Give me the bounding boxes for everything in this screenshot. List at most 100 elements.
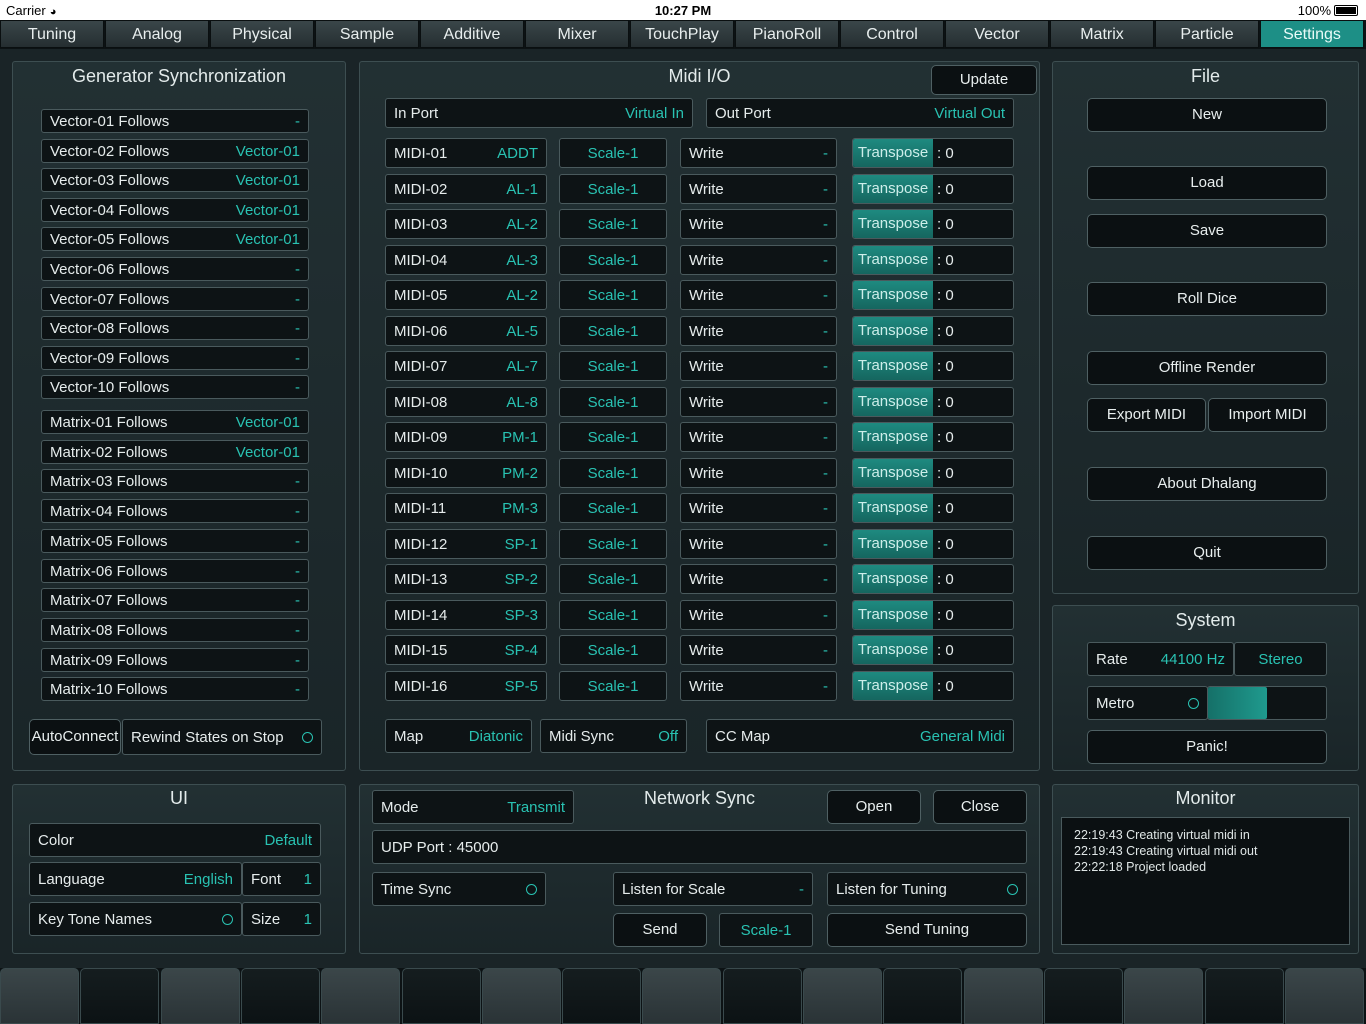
offline-render-button[interactable]: Offline Render — [1087, 351, 1327, 385]
midi-channel-field[interactable]: MIDI-02 AL-1 — [385, 173, 547, 204]
out-port-field[interactable]: Out Port Virtual Out — [706, 98, 1014, 128]
midi-transpose-field[interactable]: Transpose: 0 — [852, 173, 1014, 204]
midi-mode-field[interactable]: Write - — [680, 173, 837, 204]
vector-follows-field[interactable]: Vector-02 Follows Vector-01 — [41, 138, 309, 163]
midi-mode-field[interactable]: Write - — [680, 493, 837, 523]
midi-mode-field[interactable]: Write - — [680, 422, 837, 452]
new-button[interactable]: New — [1087, 98, 1327, 132]
midi-channel-field[interactable]: MIDI-10 PM-2 — [385, 457, 547, 488]
keyboard-key[interactable] — [562, 968, 642, 1024]
vector-follows-field[interactable]: Vector-08 Follows - — [41, 316, 309, 341]
import-midi-button[interactable]: Import MIDI — [1208, 398, 1327, 432]
midi-transpose-field[interactable]: Transpose: 0 — [852, 138, 1014, 168]
send-button[interactable]: Send — [613, 913, 707, 947]
midi-transpose-field[interactable]: Transpose: 0 — [852, 635, 1014, 665]
matrix-follows-field[interactable]: Matrix-08 Follows - — [41, 617, 309, 642]
midi-scale-field[interactable]: Scale-1 — [559, 280, 667, 310]
rate-field[interactable]: Rate 44100 Hz — [1087, 642, 1234, 676]
rewind-states-toggle[interactable]: Rewind States on Stop — [122, 719, 322, 755]
midi-channel-field[interactable]: MIDI-06 AL-5 — [385, 315, 547, 346]
vector-follows-field[interactable]: Vector-04 Follows Vector-01 — [41, 197, 309, 222]
midi-scale-field[interactable]: Scale-1 — [559, 422, 667, 452]
metro-volume-slider[interactable] — [1207, 686, 1327, 720]
midi-transpose-field[interactable]: Transpose: 0 — [852, 209, 1014, 239]
midi-mode-field[interactable]: Write - — [680, 315, 837, 346]
tab-mixer[interactable]: Mixer — [525, 20, 629, 48]
vector-follows-field[interactable]: Vector-03 Follows Vector-01 — [41, 168, 309, 193]
load-button[interactable]: Load — [1087, 166, 1327, 200]
midi-transpose-field[interactable]: Transpose: 0 — [852, 422, 1014, 452]
mode-field[interactable]: Mode Transmit — [372, 790, 574, 824]
midi-transpose-field[interactable]: Transpose: 0 — [852, 670, 1014, 701]
keyboard-key[interactable] — [321, 968, 401, 1024]
vector-follows-field[interactable]: Vector-07 Follows - — [41, 286, 309, 311]
keyboard-key[interactable] — [1124, 968, 1204, 1024]
midi-scale-field[interactable]: Scale-1 — [559, 599, 667, 630]
midi-sync-field[interactable]: Midi Sync Off — [540, 719, 687, 753]
matrix-follows-field[interactable]: Matrix-09 Follows - — [41, 647, 309, 672]
vector-follows-field[interactable]: Vector-09 Follows - — [41, 345, 309, 370]
midi-mode-field[interactable]: Write - — [680, 209, 837, 239]
export-midi-button[interactable]: Export MIDI — [1087, 398, 1206, 432]
matrix-follows-field[interactable]: Matrix-10 Follows - — [41, 677, 309, 702]
open-button[interactable]: Open — [827, 790, 921, 824]
keyboard-key[interactable] — [240, 968, 320, 1024]
save-button[interactable]: Save — [1087, 214, 1327, 248]
midi-channel-field[interactable]: MIDI-16 SP-5 — [385, 670, 547, 701]
midi-mode-field[interactable]: Write - — [680, 635, 837, 665]
midi-transpose-field[interactable]: Transpose: 0 — [852, 244, 1014, 275]
keyboard-key[interactable] — [160, 968, 240, 1024]
matrix-follows-field[interactable]: Matrix-03 Follows - — [41, 469, 309, 494]
midi-scale-field[interactable]: Scale-1 — [559, 386, 667, 417]
keyboard-key[interactable] — [80, 968, 160, 1024]
tab-tuning[interactable]: Tuning — [0, 20, 104, 48]
tab-particle[interactable]: Particle — [1155, 20, 1259, 48]
midi-mode-field[interactable]: Write - — [680, 386, 837, 417]
roll-dice-button[interactable]: Roll Dice — [1087, 282, 1327, 316]
midi-channel-field[interactable]: MIDI-05 AL-2 — [385, 280, 547, 310]
midi-transpose-field[interactable]: Transpose: 0 — [852, 564, 1014, 594]
key-tone-names-toggle[interactable]: Key Tone Names — [29, 902, 242, 936]
autoconnect-button[interactable]: AutoConnect — [29, 719, 121, 755]
vector-follows-field[interactable]: Vector-01 Follows - — [41, 109, 309, 133]
midi-scale-field[interactable]: Scale-1 — [559, 564, 667, 594]
midi-scale-field[interactable]: Scale-1 — [559, 315, 667, 346]
tab-physical[interactable]: Physical — [210, 20, 314, 48]
panic-button[interactable]: Panic! — [1087, 730, 1327, 764]
midi-transpose-field[interactable]: Transpose: 0 — [852, 457, 1014, 488]
midi-channel-field[interactable]: MIDI-12 SP-1 — [385, 528, 547, 559]
keyboard-key[interactable] — [481, 968, 561, 1024]
keyboard-key[interactable] — [803, 968, 882, 1024]
color-field[interactable]: Color Default — [29, 823, 321, 857]
midi-mode-field[interactable]: Write - — [680, 457, 837, 488]
listen-scale-field[interactable]: Listen for Scale - — [613, 872, 813, 906]
midi-mode-field[interactable]: Write - — [680, 528, 837, 559]
time-sync-toggle[interactable]: Time Sync — [372, 872, 546, 906]
keyboard-key[interactable] — [0, 968, 79, 1024]
midi-channel-field[interactable]: MIDI-15 SP-4 — [385, 635, 547, 665]
midi-scale-field[interactable]: Scale-1 — [559, 635, 667, 665]
matrix-follows-field[interactable]: Matrix-01 Follows Vector-01 — [41, 410, 309, 434]
udp-port-field[interactable]: UDP Port : 45000 — [372, 830, 1027, 864]
tab-additive[interactable]: Additive — [420, 20, 524, 48]
map-field[interactable]: Map Diatonic — [385, 719, 532, 753]
midi-channel-field[interactable]: MIDI-14 SP-3 — [385, 599, 547, 630]
tab-settings[interactable]: Settings — [1260, 20, 1364, 48]
matrix-follows-field[interactable]: Matrix-02 Follows Vector-01 — [41, 439, 309, 464]
keyboard-key[interactable] — [1204, 968, 1284, 1024]
midi-mode-field[interactable]: Write - — [680, 244, 837, 275]
matrix-follows-field[interactable]: Matrix-06 Follows - — [41, 558, 309, 583]
midi-channel-field[interactable]: MIDI-01 ADDT — [385, 138, 547, 168]
matrix-follows-field[interactable]: Matrix-07 Follows - — [41, 588, 309, 613]
midi-transpose-field[interactable]: Transpose: 0 — [852, 493, 1014, 523]
keyboard-key[interactable] — [1043, 968, 1123, 1024]
midi-transpose-field[interactable]: Transpose: 0 — [852, 386, 1014, 417]
midi-scale-field[interactable]: Scale-1 — [559, 173, 667, 204]
midi-mode-field[interactable]: Write - — [680, 599, 837, 630]
keyboard-key[interactable] — [883, 968, 963, 1024]
tab-pianoroll[interactable]: PianoRoll — [735, 20, 839, 48]
listen-tuning-toggle[interactable]: Listen for Tuning — [827, 872, 1027, 906]
send-scale-field[interactable]: Scale-1 — [719, 913, 813, 947]
midi-transpose-field[interactable]: Transpose: 0 — [852, 599, 1014, 630]
midi-transpose-field[interactable]: Transpose: 0 — [852, 315, 1014, 346]
